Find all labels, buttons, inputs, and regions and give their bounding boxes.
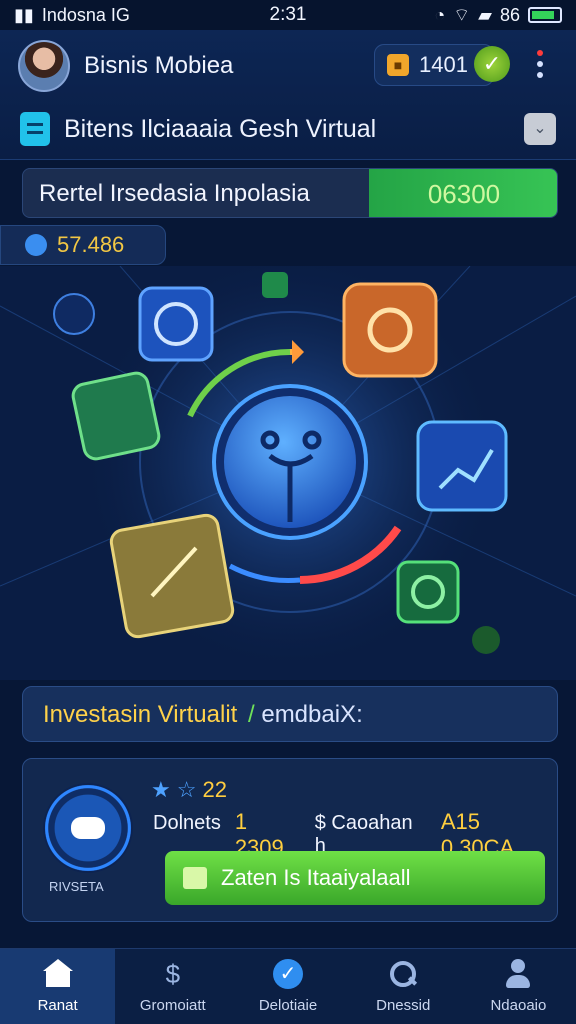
alarm-icon: ◔ <box>434 4 446 25</box>
page-subtitle: Bitens Ilciaaaia Gesh Virtual <box>64 114 377 143</box>
app-header: Bisnis Mobiea ■ 1401 ✓ Bitens Ilciaaaia … <box>0 30 576 160</box>
small-green-icon <box>262 272 288 298</box>
wifi-icon: ⌔ <box>453 4 471 25</box>
user-icon <box>503 959 533 989</box>
investment-title: Investasin Virtualit <box>43 701 238 728</box>
nav-item-search[interactable]: Dnessid <box>346 949 461 1024</box>
status-left: ▮▮ Indosna IG <box>14 5 130 26</box>
search-icon <box>388 959 418 989</box>
chat-badge-icon <box>43 783 133 873</box>
nav-label: Ranat <box>37 997 78 1014</box>
growth-chart-icon <box>416 420 508 512</box>
battery-icon <box>528 7 562 23</box>
star-icon: ☆ <box>176 777 197 802</box>
carrier-name: Indosna IG <box>41 4 130 25</box>
nav-label: Gromoiatt <box>139 997 206 1014</box>
verified-check-icon[interactable]: ✓ <box>474 46 510 82</box>
dropdown-button[interactable]: ⌄ <box>524 113 556 145</box>
rating: ★ ☆ 22 <box>151 777 227 803</box>
nav-item-home[interactable]: Ranat <box>0 949 116 1024</box>
battery-text: 86 <box>499 4 520 25</box>
stats-banner[interactable]: Rertel Irsedasia Inpolasia 06300 <box>22 168 558 218</box>
more-menu-button[interactable] <box>530 50 550 90</box>
avatar[interactable] <box>18 40 70 92</box>
investment-card: RIVSETA ★ ☆ 22 Dolnets 1 2309 $ Caoahan … <box>22 758 558 922</box>
coin-value: 1401 <box>419 52 468 77</box>
nav-item-finance[interactable]: $ Gromoiatt <box>115 949 230 1024</box>
nav-item-tasks[interactable]: ✓ Delotiaie <box>230 949 345 1024</box>
coin-icon: ■ <box>387 54 409 76</box>
status-bar: ▮▮ Indosna IG 2:31 ◔ ⌔ ▰ 86 <box>0 0 576 30</box>
nav-label: Ndaoaio <box>490 997 547 1014</box>
envelope-check-icon <box>183 867 207 889</box>
nav-label: Dnessid <box>376 997 431 1014</box>
stats-label: Rertel Irsedasia Inpolasia <box>39 180 310 207</box>
nav-label: Delotiaie <box>258 997 318 1014</box>
home-icon <box>42 959 73 989</box>
refresh-app-icon <box>396 560 460 624</box>
check-icon: ✓ <box>273 959 303 989</box>
document-icon <box>20 112 50 146</box>
chevron-down-icon: ⌄ <box>533 120 547 137</box>
wallet-app-icon <box>71 371 161 461</box>
rating-value: 22 <box>202 777 227 802</box>
badge-label: RIVSETA <box>49 879 104 894</box>
stats-value: 06300 <box>369 169 557 217</box>
nav-item-profile[interactable]: Ndaoaio <box>461 949 576 1024</box>
action-label: Zaten Is Itaaiyalaall <box>221 865 411 890</box>
gift-app-icon <box>342 282 438 378</box>
status-right: ◔ ⌔ ▰ 86 <box>434 4 562 27</box>
leaf-icon <box>472 626 500 654</box>
investment-tag: emdbaiX: <box>261 701 363 728</box>
signal-icon: ▮▮ <box>14 4 34 25</box>
dollar-icon: $ <box>165 959 181 989</box>
balance-value: 57.486 <box>57 232 125 257</box>
investment-separator: / <box>248 701 255 728</box>
bottom-navigation: Ranat $ Gromoiatt ✓ Delotiaie Dnessid Nd… <box>0 948 576 1024</box>
chart-app-icon <box>138 286 214 362</box>
plus-icon <box>53 293 95 335</box>
info-label: Dolnets <box>153 812 221 834</box>
app-title: Bisnis Mobiea <box>84 52 234 79</box>
invest-action-button[interactable]: Zaten Is Itaaiyalaall <box>165 851 545 905</box>
investment-banner[interactable]: Investasin Virtualit / emdbaiX: <box>22 686 558 742</box>
subtitle-row: Bitens Ilciaaaia Gesh Virtual <box>20 112 376 146</box>
wallet-icon <box>25 234 47 256</box>
balance-chip[interactable]: 57.486 <box>0 225 166 265</box>
star-icon: ★ <box>151 777 171 802</box>
hero-illustration <box>0 266 576 680</box>
signal-strength-icon: ▰ <box>478 4 492 25</box>
notification-dot <box>537 50 543 56</box>
